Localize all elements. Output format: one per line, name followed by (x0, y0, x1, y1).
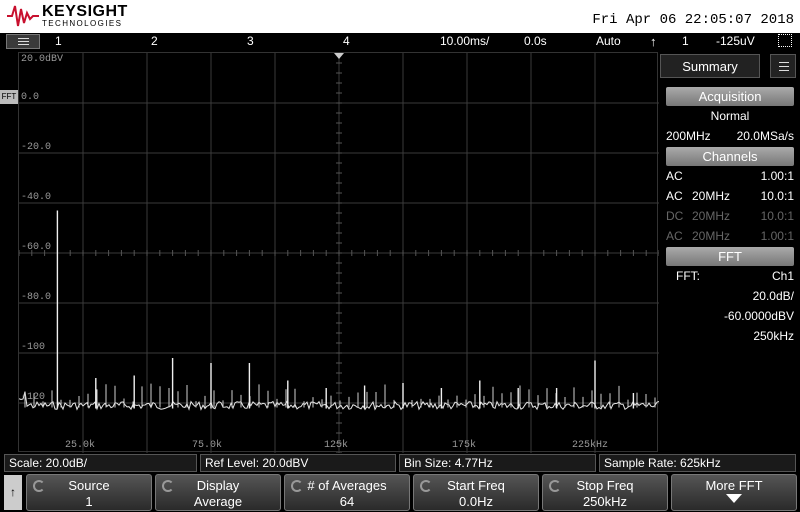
down-arrow-icon (726, 494, 742, 503)
acquisition-mode: Normal (710, 109, 750, 123)
brand-subtitle: TECHNOLOGIES (42, 19, 123, 28)
y-tick-label: -40.0 (21, 192, 52, 203)
timebase[interactable]: 10.00ms/ (440, 34, 489, 48)
fft-header[interactable]: FFT (666, 247, 794, 266)
softkey-value: 0.0Hz (459, 494, 493, 509)
x-tick-label: 175k (452, 440, 477, 451)
softkey-bar: ↑ Source 1 Display Average # of Averages… (0, 473, 800, 512)
softkey-label: Display (196, 478, 240, 493)
softkey-label: Start Freq (447, 478, 505, 493)
softkey-up-arrow-icon[interactable]: ↑ (4, 475, 22, 510)
datetime: Fri Apr 06 22:05:07 2018 (592, 12, 794, 28)
y-tick-label: -120 (21, 392, 46, 403)
fft-plot-canvas (19, 53, 659, 453)
y-tick-label: -80.0 (21, 292, 52, 303)
knob-icon (162, 480, 174, 492)
channel-summary-row: AC 20MHz 1.00:1 (666, 227, 794, 245)
info-ref-level: Ref Level: 20.0dBV (200, 454, 396, 472)
channel-coupling: AC (666, 229, 683, 243)
tab-summary[interactable]: Summary (660, 54, 760, 78)
x-tick-label: 25.0k (65, 440, 96, 451)
channel-bandwidth-limit: 20MHz (692, 189, 731, 203)
y-tick-label: -20.0 (21, 142, 52, 153)
softkey-label: # of Averages (307, 478, 387, 493)
channel-4-label[interactable]: 4 (343, 34, 350, 48)
fft-marker-tag: FFT (0, 90, 18, 104)
rising-edge-trigger-icon: ↑ (650, 34, 657, 49)
softkey-source[interactable]: Source 1 (26, 474, 152, 511)
channels-header[interactable]: Channels (666, 147, 794, 166)
acquisition-header[interactable]: Acquisition (666, 87, 794, 106)
channel-bandwidth-limit: 20MHz (692, 229, 731, 243)
brand-bar: KEYSIGHT TECHNOLOGIES Fri Apr 06 22:05:0… (0, 0, 800, 33)
softkey-label: More FFT (705, 478, 763, 493)
channel-probe-ratio: 10.0:1 (760, 209, 794, 223)
fft-label: FFT: (676, 269, 700, 283)
keysight-logo-icon (7, 5, 39, 27)
y-tick-label: 0.0 (21, 92, 40, 103)
fft-plot[interactable]: 20.0dBV 0.0 -20.0 -40.0 -60.0 -80.0 -100… (18, 52, 659, 453)
softkey-display[interactable]: Display Average (155, 474, 281, 511)
delay[interactable]: 0.0s (524, 34, 547, 48)
channel-summary-row: AC 20MHz 10.0:1 (666, 187, 794, 205)
knob-icon (549, 480, 561, 492)
softkey-value: 250kHz (582, 494, 628, 509)
y-tick-label: -100 (21, 342, 46, 353)
fft-source: Ch1 (771, 269, 794, 283)
fft-offset: -60.0000dBV (723, 309, 794, 323)
x-tick-label: 75.0k (192, 440, 223, 451)
cursor-icon[interactable] (778, 34, 792, 47)
trigger-level[interactable]: -125uV (716, 34, 755, 48)
acquisition-bandwidth: 200MHz (666, 129, 711, 143)
knob-icon (291, 480, 303, 492)
y-tick-label: -60.0 (21, 242, 52, 253)
fft-span: 250kHz (753, 329, 794, 343)
channel-probe-ratio: 1.00:1 (760, 169, 794, 183)
softkey-averages[interactable]: # of Averages 64 (284, 474, 410, 511)
channel-bandwidth-limit: 20MHz (692, 209, 731, 223)
softkey-value: 1 (85, 494, 93, 509)
softkey-more-fft[interactable]: More FFT (671, 474, 797, 511)
channel-coupling: AC (666, 189, 683, 203)
info-scale: Scale: 20.0dB/ (4, 454, 197, 472)
softkey-stop-freq[interactable]: Stop Freq 250kHz (542, 474, 668, 511)
info-sample-rate: Sample Rate: 625kHz (599, 454, 796, 472)
y-tick-label: 20.0dBV (21, 54, 64, 65)
channel-2-label[interactable]: 2 (151, 34, 158, 48)
softkey-label: Stop Freq (576, 478, 634, 493)
channel-summary-row: AC 1.00:1 (666, 167, 794, 185)
channel-probe-ratio: 1.00:1 (760, 229, 794, 243)
info-bin-size: Bin Size: 4.77Hz (399, 454, 596, 472)
x-tick-label: 225kHz (572, 440, 609, 451)
acquisition-sample-rate: 20.0MSa/s (736, 129, 794, 143)
softkey-value: Average (193, 494, 243, 509)
knob-icon (420, 480, 432, 492)
scope-header: 1 2 3 4 10.00ms/ 0.0s Auto ↑ 1 -125uV (0, 33, 800, 50)
trigger-position-marker (334, 53, 344, 59)
channel-coupling: AC (666, 169, 683, 183)
trigger-source[interactable]: 1 (682, 34, 689, 48)
channel-1-label[interactable]: 1 (55, 34, 62, 48)
channel-probe-ratio: 10.0:1 (760, 189, 794, 203)
channel-3-label[interactable]: 3 (247, 34, 254, 48)
channel-coupling: DC (666, 209, 684, 223)
panel-menu-button[interactable] (770, 54, 796, 78)
main-menu-button[interactable] (6, 34, 40, 49)
x-tick-label: 125k (324, 440, 349, 451)
softkey-value: 64 (339, 494, 355, 509)
channel-summary-row: DC 20MHz 10.0:1 (666, 207, 794, 225)
softkey-label: Source (68, 478, 110, 493)
fft-scale: 20.0dB/ (752, 289, 794, 303)
trigger-mode[interactable]: Auto (596, 34, 621, 48)
softkey-start-freq[interactable]: Start Freq 0.0Hz (413, 474, 539, 511)
summary-panel: Summary Acquisition Normal 200MHz 20.0MS… (660, 52, 800, 452)
knob-icon (33, 480, 45, 492)
